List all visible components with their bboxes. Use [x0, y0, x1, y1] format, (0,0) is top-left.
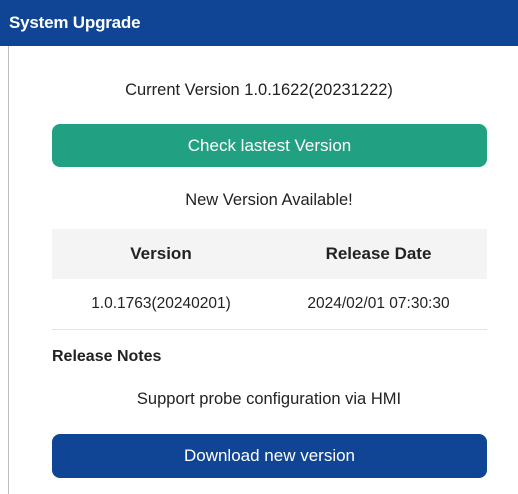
table-header-row: Version Release Date	[52, 229, 487, 279]
system-upgrade-dialog: System Upgrade Current Version 1.0.1622(…	[0, 0, 518, 494]
release-notes-text: Support probe configuration via HMI	[136, 390, 402, 408]
table-cell-release-date: 2024/02/01 07:30:30	[307, 295, 450, 312]
table-cell-version: 1.0.1763(20240201)	[91, 295, 231, 312]
release-notes-label: Release Notes	[52, 348, 162, 365]
dialog-title: System Upgrade	[0, 0, 518, 46]
table-row: 1.0.1763(20240201) 2024/02/01 07:30:30	[52, 279, 487, 330]
dialog-left-border	[8, 46, 9, 494]
current-version-text: Current Version 1.0.1622(20231222)	[125, 81, 393, 99]
check-latest-version-button[interactable]: Check lastest Version	[52, 124, 487, 167]
new-version-available-text: New Version Available!	[185, 191, 353, 209]
version-table: Version Release Date 1.0.1763(20240201) …	[52, 229, 487, 330]
table-header-release-date: Release Date	[325, 244, 432, 263]
table-header-version: Version	[130, 244, 192, 263]
download-new-version-button[interactable]: Download new version	[52, 434, 487, 478]
